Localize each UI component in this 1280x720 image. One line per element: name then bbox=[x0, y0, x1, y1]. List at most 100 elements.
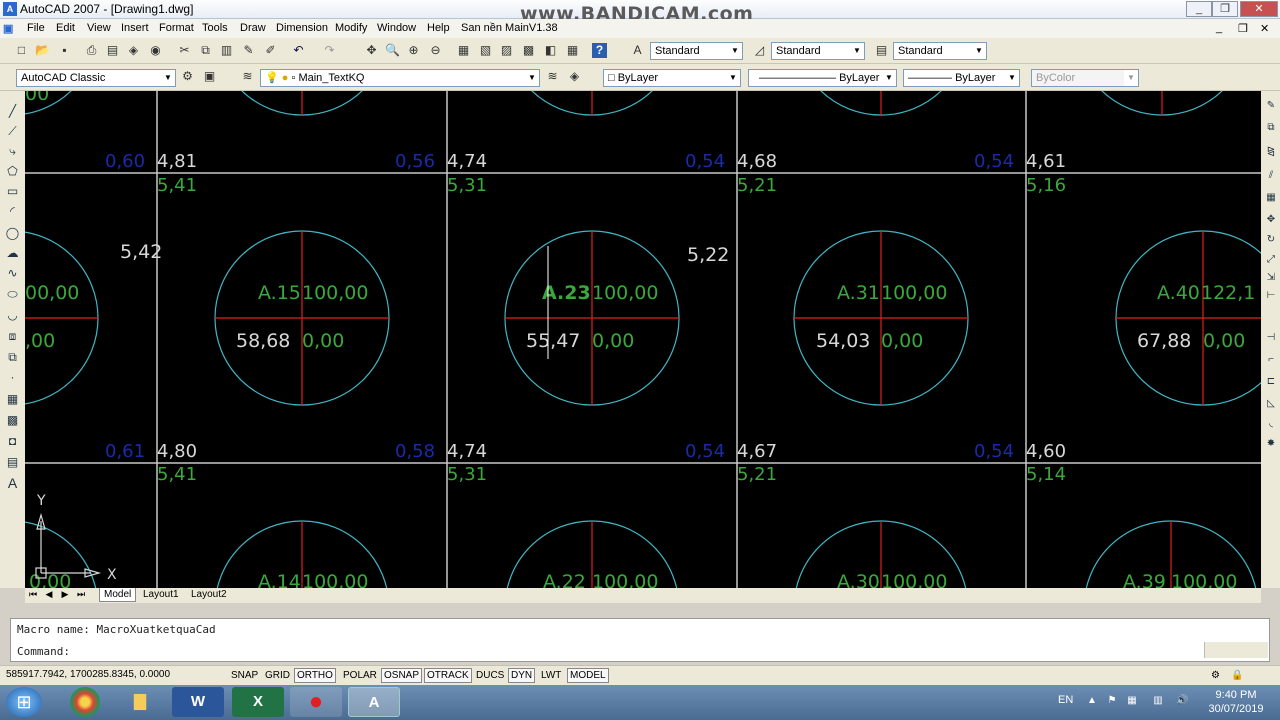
close-button[interactable]: ✕ bbox=[1240, 1, 1278, 17]
document-icon[interactable]: ▣ bbox=[3, 22, 13, 35]
command-splitter[interactable] bbox=[0, 603, 1280, 618]
polygon-icon[interactable]: ⬠ bbox=[4, 163, 21, 180]
array-icon[interactable]: ▦ bbox=[1264, 191, 1278, 205]
print-icon[interactable]: ⎙ bbox=[84, 43, 99, 58]
windows-start-icon[interactable]: ⊞ bbox=[6, 687, 42, 717]
tab-model[interactable]: Model bbox=[99, 588, 137, 602]
autocad-taskbar-icon[interactable]: A bbox=[348, 687, 400, 717]
network-icon[interactable]: ▥ bbox=[1152, 695, 1164, 707]
lineweight-select[interactable]: ———— ByLayer ▼ bbox=[903, 69, 1020, 87]
text-style-select[interactable]: Standard ▼ bbox=[650, 42, 743, 60]
communication-icon[interactable]: ⚙ bbox=[1208, 668, 1223, 683]
menu-tools[interactable]: Tools bbox=[202, 22, 228, 34]
undo-icon[interactable]: ↶ bbox=[291, 43, 306, 58]
point-icon[interactable]: · bbox=[4, 369, 21, 386]
gradient-icon[interactable]: ▩ bbox=[4, 412, 21, 429]
chrome-icon[interactable] bbox=[70, 687, 100, 717]
layer-select[interactable]: 💡 ● ▫ Main_TextKQ ▼ bbox=[260, 69, 540, 87]
snap-toggle[interactable]: SNAP bbox=[228, 668, 261, 683]
tab-layout1[interactable]: Layout1 bbox=[139, 588, 183, 602]
clock[interactable]: 9:40 PM 30/07/2019 bbox=[1206, 688, 1266, 716]
open-icon[interactable]: 📂 bbox=[35, 43, 50, 58]
tray-app-icon[interactable]: ▦ bbox=[1126, 695, 1138, 707]
design-center-icon[interactable]: ▧ bbox=[478, 43, 493, 58]
publish-icon[interactable]: ◈ bbox=[126, 43, 141, 58]
calculator-icon[interactable]: ▦ bbox=[565, 43, 580, 58]
new-icon[interactable]: □ bbox=[14, 43, 29, 58]
recorder-icon[interactable]: ● bbox=[290, 687, 342, 717]
menu-draw[interactable]: Draw bbox=[240, 22, 266, 34]
redo-icon[interactable]: ↷ bbox=[322, 43, 337, 58]
save-workspace-icon[interactable]: ▣ bbox=[202, 69, 217, 84]
zoom-realtime-icon[interactable]: 🔍 bbox=[385, 43, 400, 58]
command-window[interactable]: Macro name: MacroXuatketquaCad Command: bbox=[10, 618, 1270, 662]
doc-restore-button[interactable]: ❐ bbox=[1238, 22, 1248, 35]
paste-icon[interactable]: ▥ bbox=[219, 43, 234, 58]
ducs-toggle[interactable]: DUCS bbox=[473, 668, 507, 683]
osnap-toggle[interactable]: OSNAP bbox=[381, 668, 423, 683]
dim-style-select[interactable]: Standard ▼ bbox=[771, 42, 865, 60]
menu-san-nen[interactable]: San nền MainV1.38 bbox=[461, 22, 558, 34]
help-icon[interactable]: ? bbox=[592, 43, 607, 58]
doc-close-button[interactable]: ✕ bbox=[1260, 22, 1269, 35]
match-properties-icon[interactable]: ✎ bbox=[241, 43, 256, 58]
language-indicator[interactable]: EN bbox=[1058, 694, 1073, 706]
ortho-toggle[interactable]: ORTHO bbox=[294, 668, 336, 683]
menu-view[interactable]: View bbox=[87, 22, 111, 34]
workspace-select[interactable]: AutoCAD Classic ▼ bbox=[16, 69, 176, 87]
make-block-icon[interactable]: ⧉ bbox=[4, 349, 21, 366]
command-scrollbar[interactable] bbox=[1204, 642, 1268, 658]
offset-icon[interactable]: ⫽ bbox=[1264, 169, 1278, 183]
spline-icon[interactable]: ∿ bbox=[4, 265, 21, 282]
pan-icon[interactable]: ✥ bbox=[364, 43, 379, 58]
line-icon[interactable]: ╱ bbox=[4, 103, 21, 120]
erase-icon[interactable]: ✎ bbox=[1264, 99, 1278, 113]
lwt-toggle[interactable]: LWT bbox=[538, 668, 564, 683]
linetype-select[interactable]: ——————— ByLayer ▼ bbox=[748, 69, 897, 87]
excel-icon[interactable]: X bbox=[232, 687, 284, 717]
block-editor-icon[interactable]: ✐ bbox=[263, 43, 278, 58]
autocad-app-icon[interactable]: A bbox=[3, 2, 17, 16]
break-icon[interactable]: ⌐ bbox=[1264, 353, 1278, 367]
move-icon[interactable]: ✥ bbox=[1264, 213, 1278, 227]
sheet-set-icon[interactable]: ▩ bbox=[521, 43, 536, 58]
rotate-icon[interactable]: ↻ bbox=[1264, 233, 1278, 247]
table-style-select[interactable]: Standard ▼ bbox=[893, 42, 987, 60]
menu-file[interactable]: File bbox=[27, 22, 45, 34]
tool-palettes-icon[interactable]: ▨ bbox=[499, 43, 514, 58]
file-explorer-icon[interactable]: ▇ bbox=[114, 687, 166, 717]
show-hidden-icons-icon[interactable]: ▲ bbox=[1086, 695, 1098, 707]
copy-icon[interactable]: ⧉ bbox=[198, 43, 213, 58]
table-style-icon[interactable]: ▤ bbox=[874, 43, 889, 58]
menu-window[interactable]: Window bbox=[377, 22, 416, 34]
menu-dimension[interactable]: Dimension bbox=[276, 22, 328, 34]
explode-icon[interactable]: ✸ bbox=[1264, 437, 1278, 451]
doc-minimize-button[interactable]: _ bbox=[1216, 22, 1222, 34]
multiline-text-icon[interactable]: A bbox=[4, 475, 21, 492]
arc-icon[interactable]: ◜ bbox=[4, 203, 21, 220]
last-tab-icon[interactable]: ⏭ bbox=[75, 589, 87, 600]
stretch-icon[interactable]: ⇲ bbox=[1264, 271, 1278, 285]
layer-previous-icon[interactable]: ◈ bbox=[567, 69, 582, 84]
menu-insert[interactable]: Insert bbox=[121, 22, 149, 34]
chamfer-icon[interactable]: ◺ bbox=[1264, 397, 1278, 411]
otrack-toggle[interactable]: OTRACK bbox=[424, 668, 472, 683]
make-current-layer-icon[interactable]: ≋ bbox=[545, 69, 560, 84]
zoom-previous-icon[interactable]: ⊖ bbox=[428, 43, 443, 58]
rectangle-icon[interactable]: ▭ bbox=[4, 183, 21, 200]
polyline-icon[interactable]: ⤷ bbox=[4, 143, 21, 160]
ellipse-icon[interactable]: ⬭ bbox=[4, 286, 21, 303]
restore-button[interactable]: ❐ bbox=[1212, 1, 1238, 17]
first-tab-icon[interactable]: ⏮ bbox=[27, 589, 39, 600]
layer-manager-icon[interactable]: ≋ bbox=[240, 69, 255, 84]
fillet-icon[interactable]: ◟ bbox=[1264, 417, 1278, 431]
menu-help[interactable]: Help bbox=[427, 22, 450, 34]
drawing-canvas[interactable]: 0,60 4,81 5,41 0,56 4,74 5,31 0,54 4,68 … bbox=[25, 91, 1261, 588]
hatch-icon[interactable]: ▦ bbox=[4, 391, 21, 408]
dyn-toggle[interactable]: DYN bbox=[508, 668, 536, 683]
minimize-button[interactable]: _ bbox=[1186, 1, 1212, 17]
circle-icon[interactable]: ◯ bbox=[4, 225, 21, 242]
ellipse-arc-icon[interactable]: ◡ bbox=[4, 307, 21, 324]
scale-icon[interactable]: ⤢ bbox=[1264, 253, 1278, 267]
grid-toggle[interactable]: GRID bbox=[262, 668, 293, 683]
